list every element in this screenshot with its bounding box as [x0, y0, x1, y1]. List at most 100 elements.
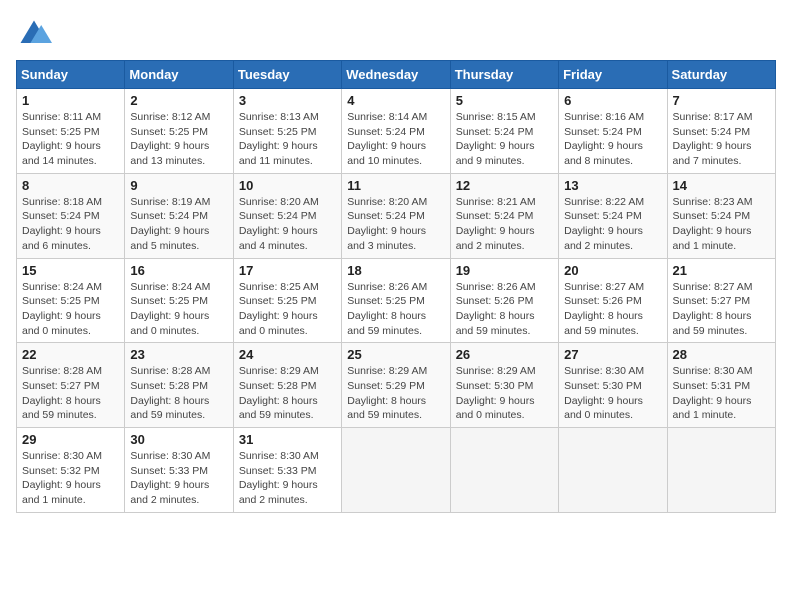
calendar-cell: 7 Sunrise: 8:17 AM Sunset: 5:24 PM Dayli… — [667, 89, 775, 174]
day-info: Sunrise: 8:29 AM Sunset: 5:29 PM Dayligh… — [347, 364, 444, 423]
day-number: 28 — [673, 347, 770, 362]
day-info: Sunrise: 8:29 AM Sunset: 5:30 PM Dayligh… — [456, 364, 553, 423]
calendar-cell: 27 Sunrise: 8:30 AM Sunset: 5:30 PM Dayl… — [559, 343, 667, 428]
calendar-cell: 4 Sunrise: 8:14 AM Sunset: 5:24 PM Dayli… — [342, 89, 450, 174]
col-header-monday: Monday — [125, 61, 233, 89]
day-number: 19 — [456, 263, 553, 278]
day-info: Sunrise: 8:15 AM Sunset: 5:24 PM Dayligh… — [456, 110, 553, 169]
day-info: Sunrise: 8:17 AM Sunset: 5:24 PM Dayligh… — [673, 110, 770, 169]
logo-icon — [16, 16, 52, 52]
calendar-cell: 8 Sunrise: 8:18 AM Sunset: 5:24 PM Dayli… — [17, 173, 125, 258]
calendar-cell: 10 Sunrise: 8:20 AM Sunset: 5:24 PM Dayl… — [233, 173, 341, 258]
day-number: 12 — [456, 178, 553, 193]
calendar-week-1: 1 Sunrise: 8:11 AM Sunset: 5:25 PM Dayli… — [17, 89, 776, 174]
day-info: Sunrise: 8:18 AM Sunset: 5:24 PM Dayligh… — [22, 195, 119, 254]
logo — [16, 16, 56, 52]
calendar-cell: 20 Sunrise: 8:27 AM Sunset: 5:26 PM Dayl… — [559, 258, 667, 343]
calendar-cell — [559, 428, 667, 513]
day-number: 5 — [456, 93, 553, 108]
calendar-cell: 17 Sunrise: 8:25 AM Sunset: 5:25 PM Dayl… — [233, 258, 341, 343]
day-number: 17 — [239, 263, 336, 278]
day-info: Sunrise: 8:30 AM Sunset: 5:31 PM Dayligh… — [673, 364, 770, 423]
calendar-week-3: 15 Sunrise: 8:24 AM Sunset: 5:25 PM Dayl… — [17, 258, 776, 343]
calendar-cell: 13 Sunrise: 8:22 AM Sunset: 5:24 PM Dayl… — [559, 173, 667, 258]
day-info: Sunrise: 8:26 AM Sunset: 5:26 PM Dayligh… — [456, 280, 553, 339]
day-info: Sunrise: 8:13 AM Sunset: 5:25 PM Dayligh… — [239, 110, 336, 169]
day-number: 6 — [564, 93, 661, 108]
day-number: 31 — [239, 432, 336, 447]
calendar-cell: 23 Sunrise: 8:28 AM Sunset: 5:28 PM Dayl… — [125, 343, 233, 428]
calendar-cell: 31 Sunrise: 8:30 AM Sunset: 5:33 PM Dayl… — [233, 428, 341, 513]
day-number: 23 — [130, 347, 227, 362]
day-info: Sunrise: 8:24 AM Sunset: 5:25 PM Dayligh… — [130, 280, 227, 339]
day-number: 18 — [347, 263, 444, 278]
day-info: Sunrise: 8:16 AM Sunset: 5:24 PM Dayligh… — [564, 110, 661, 169]
day-number: 26 — [456, 347, 553, 362]
day-number: 8 — [22, 178, 119, 193]
day-number: 13 — [564, 178, 661, 193]
calendar-cell: 15 Sunrise: 8:24 AM Sunset: 5:25 PM Dayl… — [17, 258, 125, 343]
calendar-week-5: 29 Sunrise: 8:30 AM Sunset: 5:32 PM Dayl… — [17, 428, 776, 513]
day-info: Sunrise: 8:21 AM Sunset: 5:24 PM Dayligh… — [456, 195, 553, 254]
day-info: Sunrise: 8:29 AM Sunset: 5:28 PM Dayligh… — [239, 364, 336, 423]
day-info: Sunrise: 8:23 AM Sunset: 5:24 PM Dayligh… — [673, 195, 770, 254]
calendar-cell: 28 Sunrise: 8:30 AM Sunset: 5:31 PM Dayl… — [667, 343, 775, 428]
calendar-cell — [450, 428, 558, 513]
day-number: 14 — [673, 178, 770, 193]
day-info: Sunrise: 8:27 AM Sunset: 5:27 PM Dayligh… — [673, 280, 770, 339]
col-header-saturday: Saturday — [667, 61, 775, 89]
day-info: Sunrise: 8:20 AM Sunset: 5:24 PM Dayligh… — [347, 195, 444, 254]
calendar-cell: 3 Sunrise: 8:13 AM Sunset: 5:25 PM Dayli… — [233, 89, 341, 174]
day-number: 30 — [130, 432, 227, 447]
col-header-friday: Friday — [559, 61, 667, 89]
calendar-header-row: SundayMondayTuesdayWednesdayThursdayFrid… — [17, 61, 776, 89]
day-info: Sunrise: 8:20 AM Sunset: 5:24 PM Dayligh… — [239, 195, 336, 254]
day-number: 2 — [130, 93, 227, 108]
calendar-cell: 24 Sunrise: 8:29 AM Sunset: 5:28 PM Dayl… — [233, 343, 341, 428]
calendar-cell: 26 Sunrise: 8:29 AM Sunset: 5:30 PM Dayl… — [450, 343, 558, 428]
day-number: 16 — [130, 263, 227, 278]
day-info: Sunrise: 8:30 AM Sunset: 5:33 PM Dayligh… — [239, 449, 336, 508]
calendar-cell: 21 Sunrise: 8:27 AM Sunset: 5:27 PM Dayl… — [667, 258, 775, 343]
calendar-cell: 22 Sunrise: 8:28 AM Sunset: 5:27 PM Dayl… — [17, 343, 125, 428]
day-number: 10 — [239, 178, 336, 193]
col-header-wednesday: Wednesday — [342, 61, 450, 89]
day-info: Sunrise: 8:30 AM Sunset: 5:33 PM Dayligh… — [130, 449, 227, 508]
calendar-cell: 16 Sunrise: 8:24 AM Sunset: 5:25 PM Dayl… — [125, 258, 233, 343]
calendar-cell — [667, 428, 775, 513]
day-number: 20 — [564, 263, 661, 278]
calendar-cell: 19 Sunrise: 8:26 AM Sunset: 5:26 PM Dayl… — [450, 258, 558, 343]
calendar-cell: 12 Sunrise: 8:21 AM Sunset: 5:24 PM Dayl… — [450, 173, 558, 258]
calendar-cell: 25 Sunrise: 8:29 AM Sunset: 5:29 PM Dayl… — [342, 343, 450, 428]
calendar-cell: 9 Sunrise: 8:19 AM Sunset: 5:24 PM Dayli… — [125, 173, 233, 258]
day-info: Sunrise: 8:19 AM Sunset: 5:24 PM Dayligh… — [130, 195, 227, 254]
day-info: Sunrise: 8:28 AM Sunset: 5:28 PM Dayligh… — [130, 364, 227, 423]
day-info: Sunrise: 8:30 AM Sunset: 5:32 PM Dayligh… — [22, 449, 119, 508]
day-info: Sunrise: 8:27 AM Sunset: 5:26 PM Dayligh… — [564, 280, 661, 339]
day-number: 4 — [347, 93, 444, 108]
day-number: 25 — [347, 347, 444, 362]
calendar-cell: 1 Sunrise: 8:11 AM Sunset: 5:25 PM Dayli… — [17, 89, 125, 174]
day-number: 22 — [22, 347, 119, 362]
calendar-week-2: 8 Sunrise: 8:18 AM Sunset: 5:24 PM Dayli… — [17, 173, 776, 258]
day-info: Sunrise: 8:14 AM Sunset: 5:24 PM Dayligh… — [347, 110, 444, 169]
col-header-thursday: Thursday — [450, 61, 558, 89]
calendar-cell — [342, 428, 450, 513]
day-info: Sunrise: 8:30 AM Sunset: 5:30 PM Dayligh… — [564, 364, 661, 423]
day-info: Sunrise: 8:28 AM Sunset: 5:27 PM Dayligh… — [22, 364, 119, 423]
day-info: Sunrise: 8:11 AM Sunset: 5:25 PM Dayligh… — [22, 110, 119, 169]
day-info: Sunrise: 8:24 AM Sunset: 5:25 PM Dayligh… — [22, 280, 119, 339]
day-number: 27 — [564, 347, 661, 362]
day-number: 29 — [22, 432, 119, 447]
calendar-cell: 6 Sunrise: 8:16 AM Sunset: 5:24 PM Dayli… — [559, 89, 667, 174]
page-header — [16, 16, 776, 52]
calendar-cell: 30 Sunrise: 8:30 AM Sunset: 5:33 PM Dayl… — [125, 428, 233, 513]
day-info: Sunrise: 8:26 AM Sunset: 5:25 PM Dayligh… — [347, 280, 444, 339]
day-number: 11 — [347, 178, 444, 193]
calendar-cell: 14 Sunrise: 8:23 AM Sunset: 5:24 PM Dayl… — [667, 173, 775, 258]
calendar-cell: 29 Sunrise: 8:30 AM Sunset: 5:32 PM Dayl… — [17, 428, 125, 513]
day-number: 21 — [673, 263, 770, 278]
calendar-table: SundayMondayTuesdayWednesdayThursdayFrid… — [16, 60, 776, 513]
col-header-sunday: Sunday — [17, 61, 125, 89]
day-number: 24 — [239, 347, 336, 362]
